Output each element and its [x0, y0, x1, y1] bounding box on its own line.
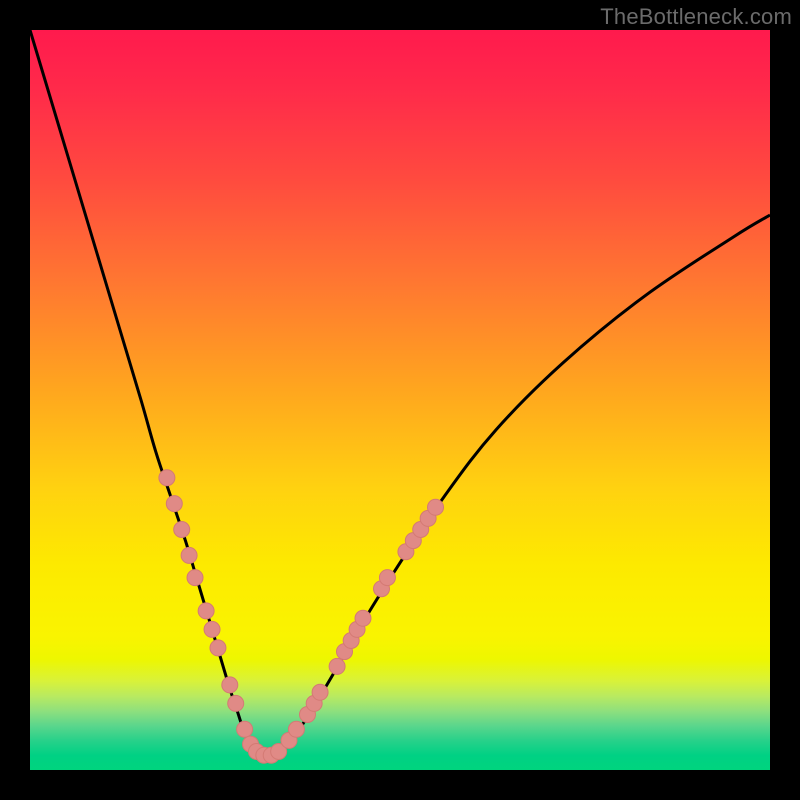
bottleneck-curve	[30, 30, 770, 756]
data-marker	[174, 522, 190, 538]
data-marker	[237, 721, 253, 737]
data-marker	[355, 610, 371, 626]
data-marker	[210, 640, 226, 656]
data-marker	[379, 570, 395, 586]
data-marker	[312, 684, 328, 700]
watermark-text: TheBottleneck.com	[600, 4, 792, 30]
data-marker	[204, 621, 220, 637]
data-marker	[222, 677, 238, 693]
data-marker	[187, 570, 203, 586]
data-marker	[181, 547, 197, 563]
data-marker	[228, 695, 244, 711]
chart-svg	[30, 30, 770, 770]
data-marker	[159, 470, 175, 486]
plot-area	[30, 30, 770, 770]
data-marker	[428, 499, 444, 515]
data-marker	[166, 496, 182, 512]
marker-group	[159, 470, 444, 764]
data-marker	[329, 658, 345, 674]
data-marker	[198, 603, 214, 619]
chart-frame: TheBottleneck.com	[0, 0, 800, 800]
data-marker	[288, 721, 304, 737]
